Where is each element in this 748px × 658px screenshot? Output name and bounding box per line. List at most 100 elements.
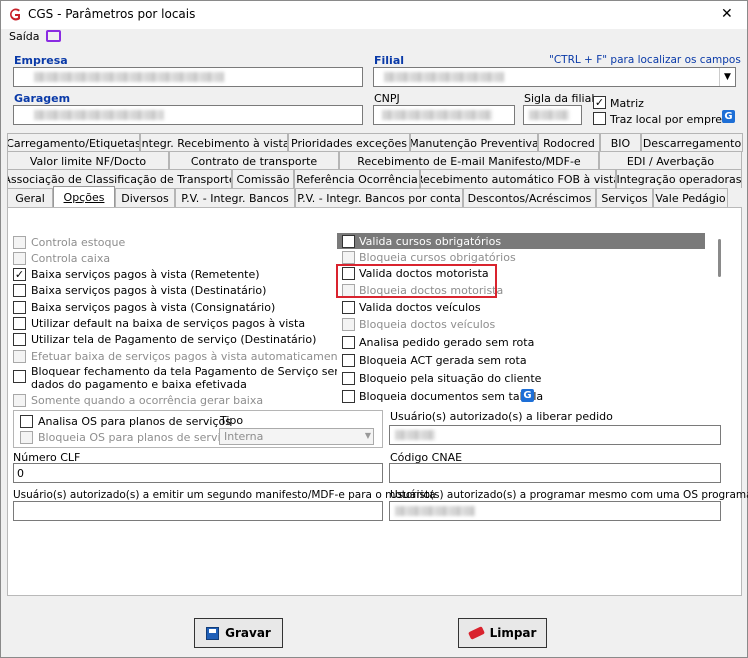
save-icon	[206, 626, 220, 640]
efetuar-baixa-checkbox[interactable]	[13, 350, 26, 363]
valida-doctos-veiculos-checkbox[interactable]	[342, 301, 355, 314]
empresa-label: Empresa	[14, 54, 68, 67]
tab-rodocred[interactable]: Rodocred	[538, 133, 600, 152]
tab-servicos[interactable]: Serviços	[596, 188, 653, 207]
tab-pv-integr-bancos-conta[interactable]: P.V. - Integr. Bancos por conta	[295, 188, 463, 207]
analisa-os-label: Analisa OS para planos de serviços	[38, 415, 231, 428]
scrollbar-thumb[interactable]	[718, 239, 721, 277]
tab-geral[interactable]: Geral	[7, 188, 53, 207]
valida-cursos-checkbox[interactable]	[342, 235, 355, 248]
usuario-programar-field[interactable]	[389, 501, 721, 521]
tab-row-4: Geral Opções Diversos P.V. - Integr. Ban…	[7, 186, 728, 207]
garagem-field[interactable]	[13, 105, 363, 125]
baixa-destinatario-checkbox[interactable]	[13, 284, 26, 297]
tab-edi[interactable]: EDI / Averbação	[599, 151, 742, 170]
window-title: CGS - Parâmetros por locais	[28, 7, 196, 21]
tab-bio[interactable]: BIO	[600, 133, 641, 152]
efetuar-baixa-label: Efetuar baixa de serviços pagos à vista …	[31, 350, 349, 363]
usuario-manifesto-field[interactable]	[13, 501, 383, 521]
usuario-liberar-label: Usuário(s) autorizado(s) a liberar pedid…	[390, 410, 613, 423]
somente-quando-label: Somente quando a ocorrência gerar baixa	[31, 394, 264, 407]
sigla-field[interactable]	[523, 105, 582, 125]
somente-quando-checkbox[interactable]	[13, 394, 26, 407]
tab-pv-integr-bancos[interactable]: P.V. - Integr. Bancos	[175, 188, 295, 207]
baixa-remetente-label: Baixa serviços pagos à vista (Remetente)	[31, 268, 260, 281]
tab-referencia[interactable]: Referência Ocorrência	[294, 169, 420, 188]
codigo-cnae-field[interactable]	[389, 463, 721, 483]
tab-prioridades[interactable]: Prioridades exceções	[288, 133, 410, 152]
g-help-icon[interactable]: G	[722, 110, 735, 123]
matriz-label: Matriz	[610, 97, 644, 110]
bloqueia-documentos-checkbox[interactable]	[342, 390, 355, 403]
utilizar-default-checkbox[interactable]	[13, 317, 26, 330]
tab-carregamento[interactable]: Carregamento/Etiquetas	[7, 133, 140, 152]
cnpj-field[interactable]	[373, 105, 515, 125]
usuario-programar-label: Usuário(s) autorizado(s) a programar mes…	[390, 489, 748, 501]
eraser-icon	[467, 626, 485, 640]
limpar-button[interactable]: Limpar	[458, 618, 547, 648]
tab-diversos[interactable]: Diversos	[115, 188, 175, 207]
gravar-button[interactable]: Gravar	[194, 618, 283, 648]
baixa-consignatario-label: Baixa serviços pagos à vista (Consignatá…	[31, 301, 276, 314]
bloqueia-cursos-checkbox[interactable]	[342, 251, 355, 264]
utilizar-default-label: Utilizar default na baixa de serviços pa…	[31, 317, 306, 330]
tv-icon[interactable]	[46, 30, 61, 42]
sigla-label: Sigla da filial	[524, 92, 595, 105]
tab-manutencao[interactable]: Manutenção Preventiva	[410, 133, 538, 152]
chevron-down-icon[interactable]: ▼	[719, 68, 735, 86]
analisa-os-checkbox[interactable]	[20, 415, 33, 428]
bloquear-fechamento-label: Bloquear fechamento da tela Pagamento de…	[31, 365, 345, 378]
controla-caixa-label: Controla caixa	[31, 252, 111, 265]
controla-estoque-label: Controla estoque	[31, 236, 126, 249]
garagem-label: Garagem	[14, 92, 71, 105]
close-icon[interactable]: ✕	[721, 6, 733, 22]
valida-doctos-veiculos-label: Valida doctos veículos	[359, 301, 481, 314]
traz-local-checkbox[interactable]	[593, 112, 606, 125]
filial-label: Filial	[374, 54, 405, 67]
baixa-remetente-checkbox[interactable]: ✓	[13, 268, 26, 281]
tab-vale-pedagio[interactable]: Vale Pedágio	[653, 188, 728, 207]
bloqueia-act-checkbox[interactable]	[342, 354, 355, 367]
bloqueia-os-checkbox[interactable]	[20, 431, 33, 444]
bloquear-fechamento-label-2: dados do pagamento e baixa efetivada	[31, 378, 247, 391]
numero-clf-field[interactable]: 0	[13, 463, 383, 483]
bloqueio-situacao-checkbox[interactable]	[342, 372, 355, 385]
empresa-field[interactable]	[13, 67, 363, 87]
tab-descarregamento[interactable]: Descarregamento	[641, 133, 743, 152]
highlight-box	[336, 264, 497, 298]
tab-recebimento-email[interactable]: Recebimento de E-mail Manifesto/MDF-e	[339, 151, 599, 170]
g-documentos-icon[interactable]: G	[521, 389, 534, 402]
title-bar: CGS - Parâmetros por locais ✕	[1, 1, 747, 29]
bloqueio-situacao-label: Bloqueio pela situação do cliente	[359, 372, 542, 385]
analisa-pedido-checkbox[interactable]	[342, 336, 355, 349]
tab-contrato[interactable]: Contrato de transporte	[169, 151, 339, 170]
matriz-checkbox[interactable]: ✓	[593, 96, 606, 109]
tab-comissao[interactable]: Comissão	[232, 169, 294, 188]
tab-associacao[interactable]: Associação de Classificação de Transport…	[7, 169, 232, 188]
filial-select[interactable]: ▼	[373, 67, 736, 87]
cnpj-label: CNPJ	[374, 92, 400, 105]
limpar-label: Limpar	[489, 626, 537, 640]
tab-recebimento-fob[interactable]: Recebimento automático FOB à vista	[420, 169, 616, 188]
tab-integracao-operadoras[interactable]: Integração operadoras	[616, 169, 742, 188]
bloqueia-act-label: Bloqueia ACT gerada sem rota	[359, 354, 527, 367]
controla-estoque-checkbox[interactable]	[13, 236, 26, 249]
bloqueia-cursos-label: Bloqueia cursos obrigatórios	[359, 251, 516, 264]
tab-row-1: Carregamento/Etiquetas Integr. Recebimen…	[7, 133, 743, 152]
numero-clf-value: 0	[17, 467, 24, 480]
bloqueia-doctos-veiculos-checkbox[interactable]	[342, 318, 355, 331]
gravar-label: Gravar	[225, 626, 271, 640]
chevron-down-icon[interactable]: ▼	[365, 431, 371, 440]
tab-integr-recebimento[interactable]: Integr. Recebimento à vista	[140, 133, 288, 152]
usuario-liberar-field[interactable]	[389, 425, 721, 445]
tipo-label: Tipo	[220, 414, 244, 427]
tab-opcoes[interactable]: Opções	[53, 186, 115, 207]
tipo-select[interactable]: Interna ▼	[219, 428, 374, 445]
utilizar-tela-checkbox[interactable]	[13, 333, 26, 346]
tab-descontos[interactable]: Descontos/Acréscimos	[463, 188, 596, 207]
baixa-consignatario-checkbox[interactable]	[13, 301, 26, 314]
tab-valor-limite[interactable]: Valor limite NF/Docto	[7, 151, 169, 170]
bloquear-fechamento-checkbox[interactable]	[13, 370, 26, 383]
menu-saida[interactable]: Saída	[9, 30, 40, 43]
controla-caixa-checkbox[interactable]	[13, 252, 26, 265]
